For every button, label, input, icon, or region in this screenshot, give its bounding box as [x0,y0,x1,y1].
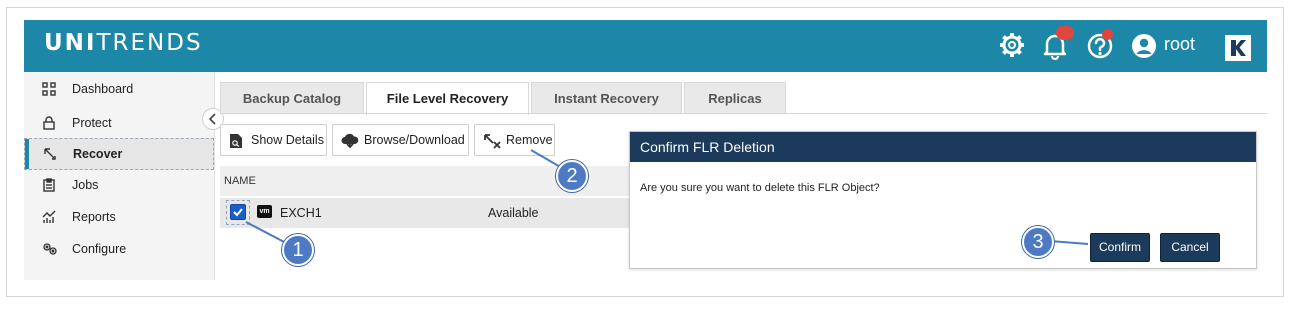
callout-1: 1 [282,234,314,266]
callout-1-line [245,221,289,245]
callout-2: 2 [556,160,588,192]
callout-2-line [530,149,563,169]
callout-3-line [1049,240,1089,245]
callout-lines [245,149,1089,245]
callout-3: 3 [1022,226,1054,258]
